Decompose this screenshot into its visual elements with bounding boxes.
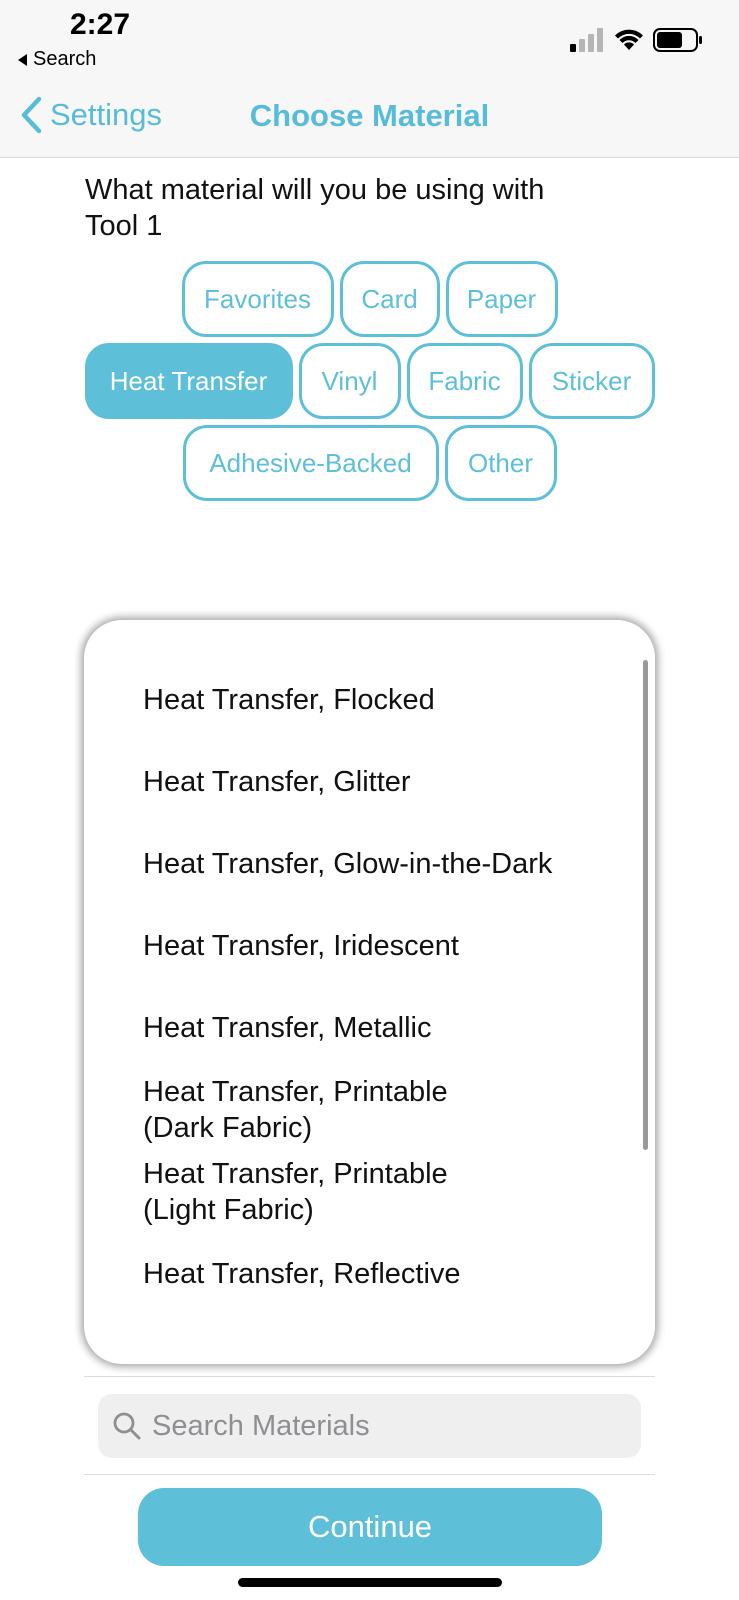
status-bar: 2:27 Search: [0, 0, 739, 80]
back-to-app-label: Search: [33, 48, 97, 70]
category-row-2: Heat Transfer Vinyl Fabric Sticker: [0, 343, 739, 419]
category-chip-sticker[interactable]: Sticker: [528, 343, 655, 419]
list-scrollbar[interactable]: [643, 660, 648, 1150]
material-item[interactable]: Heat Transfer, Metallic: [143, 1010, 623, 1046]
back-to-app-link[interactable]: Search: [18, 48, 96, 71]
material-item[interactable]: Heat Transfer, Glitter: [143, 764, 623, 800]
navigation-bar: Choose Material Settings: [0, 80, 739, 158]
cellular-signal-icon: [570, 28, 603, 52]
category-row-1: Favorites Card Paper: [0, 261, 739, 337]
category-chip-paper[interactable]: Paper: [445, 261, 558, 337]
chevron-left-icon: [21, 96, 42, 134]
home-indicator: [238, 1578, 502, 1587]
search-materials-input[interactable]: [152, 1409, 632, 1443]
continue-button[interactable]: Continue: [138, 1488, 602, 1566]
category-chip-other[interactable]: Other: [444, 425, 557, 501]
category-chip-card[interactable]: Card: [339, 261, 440, 337]
category-chip-adhesive-backed[interactable]: Adhesive-Backed: [182, 425, 439, 501]
back-triangle-icon: [18, 53, 27, 66]
divider: [84, 1376, 655, 1377]
material-item[interactable]: Heat Transfer, Glow-in-the-Dark: [143, 846, 623, 882]
category-chip-favorites[interactable]: Favorites: [181, 261, 334, 337]
category-chip-heat-transfer[interactable]: Heat Transfer: [84, 343, 293, 419]
category-row-3: Adhesive-Backed Other: [0, 425, 739, 501]
search-materials-field[interactable]: [98, 1394, 641, 1458]
material-item[interactable]: Heat Transfer, Printable (Dark Fabric): [143, 1074, 523, 1146]
material-item[interactable]: Heat Transfer, Iridescent: [143, 928, 623, 964]
material-item[interactable]: Heat Transfer, Reflective: [143, 1256, 623, 1292]
material-item[interactable]: Heat Transfer, Flocked: [143, 682, 623, 718]
wifi-icon: [615, 29, 643, 50]
category-chip-vinyl[interactable]: Vinyl: [298, 343, 401, 419]
material-item[interactable]: Heat Transfer, Printable (Light Fabric): [143, 1156, 523, 1228]
status-time: 2:27: [70, 8, 131, 41]
category-chip-fabric[interactable]: Fabric: [406, 343, 523, 419]
search-icon: [113, 1412, 141, 1440]
divider: [84, 1474, 655, 1475]
battery-icon: [653, 28, 702, 52]
settings-back-label: Settings: [50, 97, 163, 132]
material-list[interactable]: Heat Transfer, Flocked Heat Transfer, Gl…: [84, 620, 655, 1364]
material-question: What material will you be using with Too…: [85, 174, 545, 242]
settings-back-button[interactable]: Settings: [20, 96, 162, 134]
